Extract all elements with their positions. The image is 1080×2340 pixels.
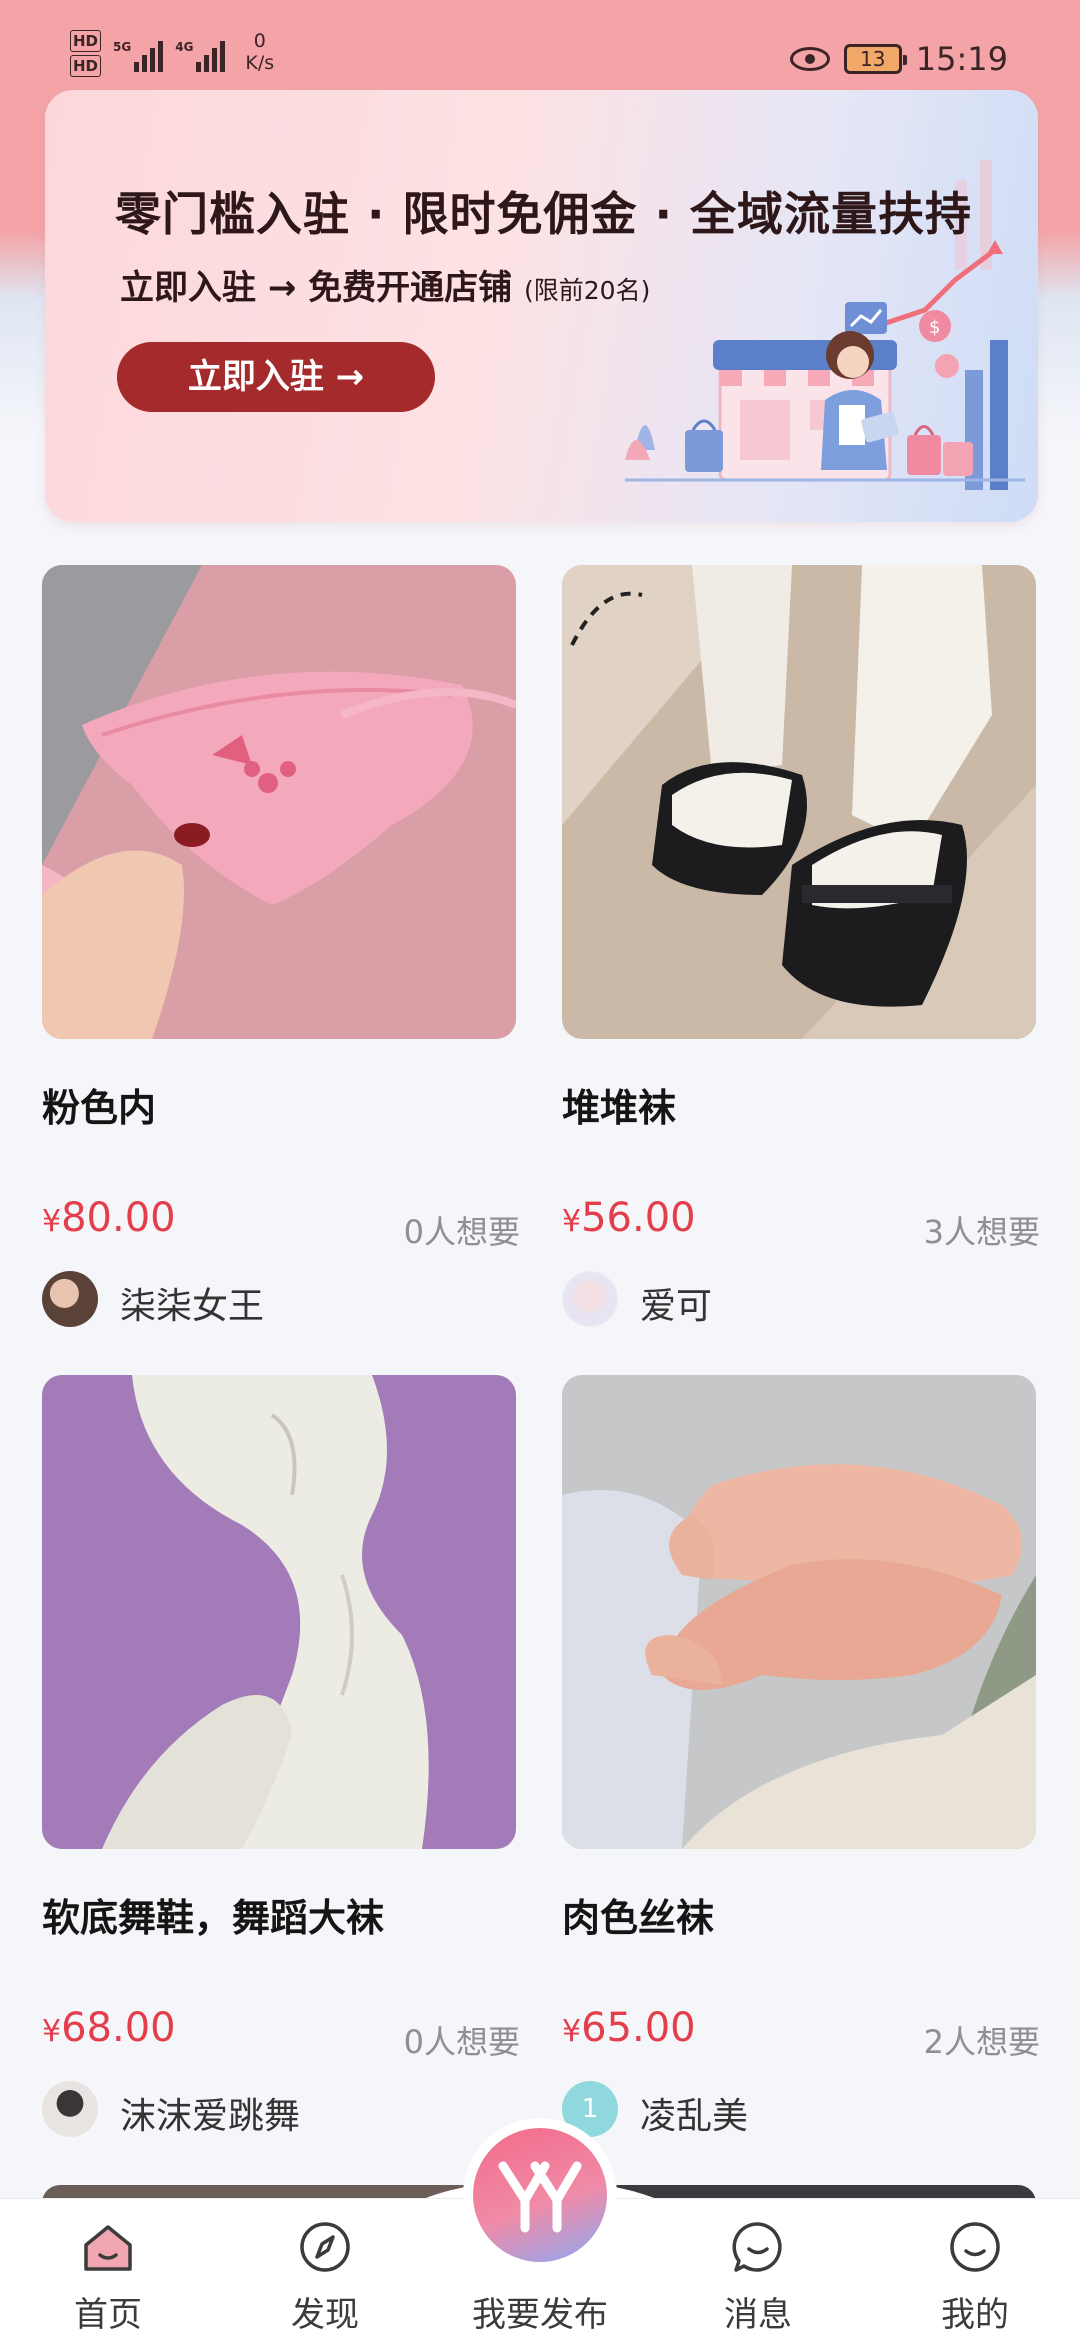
network-type-2: 4G — [175, 40, 194, 54]
product-price: ¥80.00 — [42, 1195, 176, 1241]
nav-home-label: 首页 — [74, 2295, 142, 2335]
price-value: 56.00 — [581, 1195, 696, 1241]
product-image[interactable] — [42, 1375, 516, 1849]
home-icon — [84, 2225, 132, 2271]
product-image[interactable] — [562, 565, 1036, 1039]
price-value: 68.00 — [61, 2005, 176, 2051]
dance-socks-photo — [42, 1375, 516, 1849]
nav-mine[interactable]: 我的 — [895, 2199, 1055, 2340]
join-now-button[interactable]: 立即入驻 → — [117, 342, 435, 412]
seller-name[interactable]: 柒柒女王 — [120, 1277, 264, 1329]
product-card[interactable]: 堆堆袜 ¥56.00 3人想要 爱可 — [562, 565, 1040, 1345]
banner-subtitle-note: (限前20名) — [524, 276, 651, 305]
nude-stockings-photo — [562, 1375, 1036, 1849]
product-card[interactable]: 软底舞鞋，舞蹈大袜 ¥68.00 0人想要 沫沫爱跳舞 — [42, 1375, 520, 2155]
product-title[interactable]: 粉色内 — [42, 1077, 156, 1132]
seller-name[interactable]: 爱可 — [640, 1277, 712, 1329]
seller-avatar-text: 1 — [581, 2094, 599, 2124]
message-icon — [732, 2222, 782, 2272]
currency-symbol: ¥ — [42, 1204, 62, 1239]
status-left: HD HD 5G 4G 0 K/s — [70, 30, 274, 80]
product-price: ¥56.00 — [562, 1195, 696, 1241]
product-price: ¥65.00 — [562, 2005, 696, 2051]
svg-text:$: $ — [929, 317, 940, 338]
network-speed: 0 K/s — [245, 30, 274, 74]
network-speed-unit: K/s — [245, 52, 275, 74]
wants-count: 0人想要 — [403, 1213, 520, 1251]
nav-home[interactable]: 首页 — [28, 2199, 188, 2340]
nav-messages[interactable]: 消息 — [678, 2199, 838, 2340]
nav-publish-label: 我要发布 — [472, 2295, 608, 2335]
merchant-banner[interactable]: $ 零门槛入驻 · 限时免佣金 · 全域流量扶持 立即入驻 → 免费开通店铺 (… — [45, 90, 1038, 522]
product-title[interactable]: 软底舞鞋，舞蹈大袜 — [42, 1887, 384, 1942]
banner-subtitle-text: 立即入驻 → 免费开通店铺 — [120, 268, 513, 308]
nav-discover[interactable]: 发现 — [245, 2199, 405, 2340]
status-right: 13 15:19 — [789, 40, 1008, 78]
currency-symbol: ¥ — [562, 1204, 582, 1239]
profile-icon — [950, 2222, 1000, 2272]
status-bar: HD HD 5G 4G 0 K/s 13 15:19 — [0, 0, 1080, 90]
seller-avatar[interactable] — [562, 1271, 618, 1327]
currency-symbol: ¥ — [562, 2014, 582, 2049]
product-image[interactable] — [562, 1375, 1036, 1849]
product-price: ¥68.00 — [42, 2005, 176, 2051]
hd-indicators: HD HD — [70, 30, 102, 80]
banner-title: 零门槛入驻 · 限时免佣金 · 全域流量扶持 — [115, 187, 973, 241]
price-value: 80.00 — [61, 1195, 176, 1241]
hd-badge-1: HD — [70, 30, 102, 52]
nav-discover-label: 发现 — [291, 2295, 359, 2335]
product-title[interactable]: 堆堆袜 — [562, 1077, 676, 1132]
network-type-1: 5G — [113, 40, 132, 54]
signal-5g-icon: 5G — [113, 30, 164, 72]
compass-icon — [300, 2222, 350, 2272]
signal-4g-icon: 4G — [175, 30, 226, 72]
nav-messages-label: 消息 — [724, 2295, 792, 2335]
price-value: 65.00 — [581, 2005, 696, 2051]
currency-symbol: ¥ — [42, 2014, 62, 2049]
hd-badge-2: HD — [70, 55, 102, 77]
pink-underwear-photo — [42, 565, 516, 1039]
product-image[interactable] — [42, 565, 516, 1039]
eye-comfort-icon — [789, 47, 830, 71]
publish-logo-icon — [498, 2161, 582, 2233]
seller-name[interactable]: 凌乱美 — [640, 2087, 748, 2139]
wants-count: 2人想要 — [923, 2023, 1040, 2061]
battery-icon: 13 — [843, 44, 907, 74]
seller-avatar[interactable] — [42, 2081, 98, 2137]
network-speed-value: 0 — [253, 30, 266, 52]
wants-count: 0人想要 — [403, 2023, 520, 2061]
nav-mine-label: 我的 — [941, 2295, 1009, 2335]
product-card[interactable]: 粉色内 ¥80.00 0人想要 柒柒女王 — [42, 565, 520, 1345]
seller-avatar[interactable] — [42, 1271, 98, 1327]
clock: 15:19 — [915, 40, 1008, 78]
publish-button[interactable] — [473, 2128, 607, 2262]
product-title[interactable]: 肉色丝袜 — [562, 1887, 714, 1942]
seller-name[interactable]: 沫沫爱跳舞 — [120, 2087, 300, 2139]
wants-count: 3人想要 — [923, 1213, 1040, 1251]
banner-subtitle: 立即入驻 → 免费开通店铺 (限前20名) — [120, 260, 650, 309]
socks-shoes-photo — [562, 565, 1036, 1039]
product-card[interactable]: 肉色丝袜 ¥65.00 2人想要 1 凌乱美 — [562, 1375, 1040, 2155]
